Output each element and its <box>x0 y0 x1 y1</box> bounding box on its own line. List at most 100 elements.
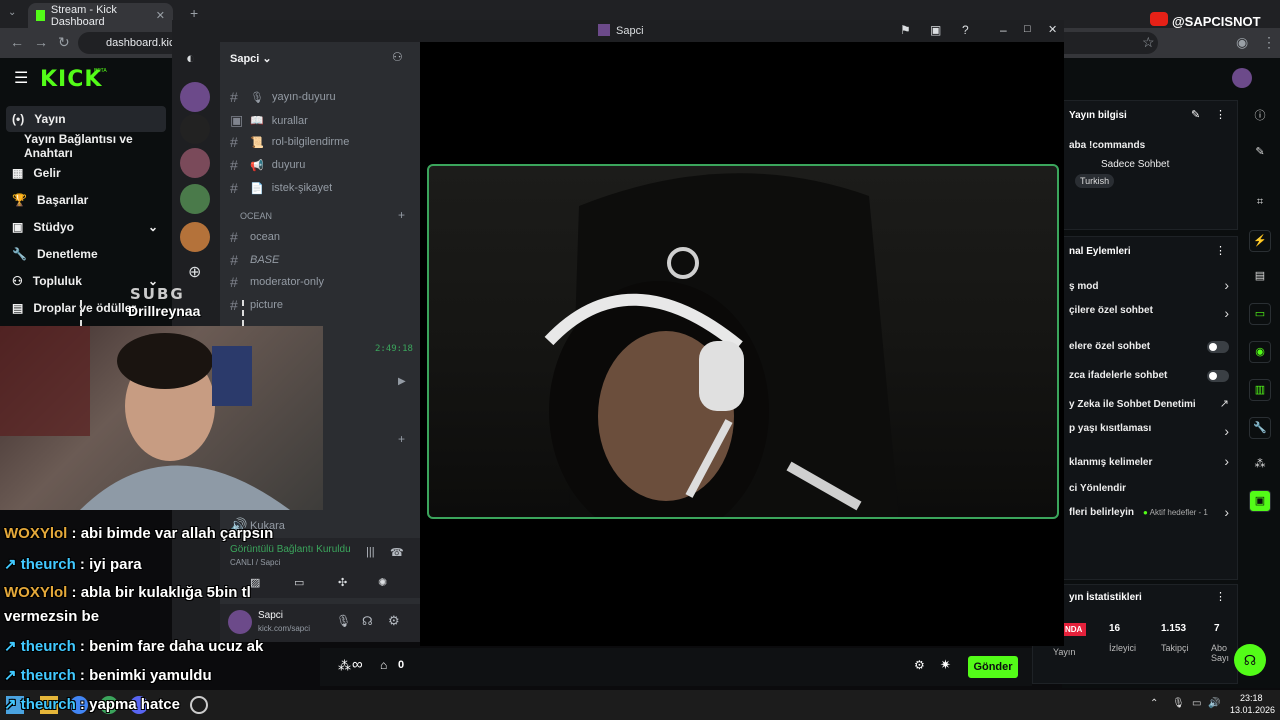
sidebar-item-studyo[interactable]: ▣ Stüdyo ⌄ <box>6 214 166 240</box>
more-icon[interactable]: ⋮ <box>1215 108 1226 121</box>
tab-kick-dashboard[interactable]: Stream - Kick Dashboard ✕ <box>28 3 173 28</box>
camera-icon[interactable]: ▶ <box>398 376 406 387</box>
emote-chat-toggle[interactable] <box>1207 370 1229 382</box>
channel-item[interactable]: # BASE <box>230 252 279 268</box>
settings-gear-icon[interactable]: ⚙ <box>914 658 925 672</box>
chat-icon[interactable]: ▭ <box>1249 303 1271 325</box>
emote-icon[interactable]: ✷ <box>940 657 951 673</box>
close-window-icon[interactable]: ✕ <box>1048 23 1057 36</box>
new-tab-icon[interactable]: + <box>190 5 198 21</box>
crop-icon[interactable]: ⌗ <box>1249 192 1271 214</box>
stats-title: yın İstatistikleri <box>1069 592 1142 603</box>
maximize-icon[interactable]: □ <box>1024 23 1031 35</box>
microphone-icon[interactable]: 🎙 <box>336 614 351 628</box>
minimize-icon[interactable]: – <box>1000 23 1007 37</box>
share-icon[interactable]: ⁂ <box>1249 454 1271 476</box>
add-channel-icon[interactable]: + <box>398 208 405 222</box>
video-tile[interactable] <box>427 164 1059 519</box>
layout-icon[interactable]: ▥ <box>1249 379 1271 401</box>
server-icon[interactable] <box>180 222 210 252</box>
server-icon[interactable] <box>180 82 210 112</box>
more-icon[interactable]: ⋮ <box>1215 590 1226 603</box>
more-icon[interactable]: ⋮ <box>1215 244 1226 257</box>
network-icon[interactable]: ▭ <box>1192 698 1201 709</box>
add-channel-icon[interactable]: + <box>398 432 405 446</box>
channel-item[interactable]: # ocean <box>230 229 280 245</box>
hamburger-menu-icon[interactable]: ☰ <box>14 68 28 88</box>
clock-time[interactable]: 23:18 <box>1240 693 1263 703</box>
chevron-right-icon: › <box>1224 453 1229 469</box>
inbox-icon[interactable]: ▣ <box>930 23 941 37</box>
camera-off-icon[interactable]: ▨ <box>250 576 260 589</box>
help-icon[interactable]: ? <box>962 23 969 37</box>
tray-chevron-icon[interactable]: ⌃ <box>1150 698 1158 709</box>
flag-icon[interactable]: ⚑ <box>900 23 911 37</box>
pencil-icon[interactable]: ✎ <box>1249 142 1271 164</box>
add-member-icon[interactable]: ⚇ <box>392 50 403 64</box>
soundboard-icon[interactable]: ✺ <box>378 576 387 589</box>
language-tag: Turkish <box>1075 174 1115 188</box>
channel-item[interactable]: ▣ 📖 kurallar <box>230 112 308 129</box>
edit-pencil-icon[interactable]: ✎ <box>1191 108 1200 121</box>
store-icon[interactable]: ⌂ <box>380 658 387 672</box>
profile-icon[interactable]: ◉ <box>1236 34 1248 51</box>
avatar[interactable] <box>1232 68 1252 88</box>
chat-message: WOXYlol : abi bimde var allah çarpsın <box>4 525 274 542</box>
channel-item[interactable]: # 🎙 yayın-duyuru <box>230 89 336 105</box>
back-icon[interactable]: ← <box>10 34 24 50</box>
webcam-image <box>0 326 290 510</box>
channel-item[interactable]: # 📜 rol-bilgilendirme <box>230 134 349 150</box>
info-icon[interactable]: ⓘ <box>1249 106 1271 128</box>
menu-dots-icon[interactable]: ⋮ <box>1262 34 1276 51</box>
server-name[interactable]: Sapci ⌄ <box>230 52 272 65</box>
broadcast-icon[interactable]: ◉ <box>1249 341 1271 363</box>
sidebar-item-basarilar[interactable]: 🏆 Başarılar <box>6 187 166 213</box>
send-button[interactable]: Gönder <box>968 656 1018 678</box>
close-tab-icon[interactable]: ✕ <box>156 9 165 22</box>
sidebar-item-yayin[interactable]: (•) Yayın <box>6 106 166 132</box>
stream-info-title: Yayın bilgisi <box>1069 110 1127 121</box>
sidebar-item-denetleme[interactable]: 🔧 Denetleme <box>6 241 166 267</box>
volume-icon[interactable]: 🔊 <box>1208 698 1220 709</box>
category-header[interactable]: OCEAN <box>240 211 272 221</box>
server-icon[interactable] <box>180 148 210 178</box>
community-icon: ⚇ <box>12 274 23 288</box>
sidebar-item-gelir[interactable]: ▦ Gelir <box>6 160 166 186</box>
forward-icon[interactable]: → <box>34 34 48 50</box>
clock-date[interactable]: 13.01.2026 <box>1230 705 1275 715</box>
reload-icon[interactable]: ↻ <box>58 34 70 51</box>
sidebar-item-stream-key[interactable]: Yayın Bağlantısı ve Anahtarı <box>6 132 166 160</box>
settings-gear-icon[interactable]: ⚙ <box>388 613 400 629</box>
headphones-icon[interactable]: ☊ <box>362 614 373 628</box>
tab-title: Stream - Kick Dashboard <box>50 3 117 28</box>
discord-logo-icon[interactable]: ◐ <box>186 50 195 67</box>
server-icon[interactable] <box>180 114 210 144</box>
follower-chat-toggle[interactable] <box>1207 341 1229 353</box>
taskbar: ↗ theurch : yapma hatce ⌃ 🎙 ▭ 🔊 23:18 13… <box>0 690 1280 720</box>
wrench-icon[interactable]: 🔧 <box>1249 417 1271 439</box>
microphone-icon[interactable]: 🎙 <box>1172 698 1185 709</box>
youtube-icon <box>1150 12 1168 26</box>
document-icon[interactable]: ▤ <box>1249 266 1271 288</box>
channel-item[interactable]: # moderator-only <box>230 274 324 290</box>
activity-icon[interactable]: ✣ <box>338 576 347 589</box>
obs-icon[interactable] <box>190 696 208 714</box>
tab-list-icon[interactable]: ⌄ <box>8 7 16 18</box>
screen-share-icon[interactable]: ▭ <box>294 576 304 589</box>
bookmark-star-icon[interactable]: ☆ <box>1142 34 1155 51</box>
kick-right-rail: ⓘ ✎ ⌗ ⚡ ▤ ▭ ◉ ▥ 🔧 ⁂ ▣ <box>1240 98 1280 688</box>
add-server-icon[interactable]: ⊕ <box>188 262 201 282</box>
wrench-icon: 🔧 <box>12 247 27 261</box>
disconnect-icon[interactable]: ☎ <box>390 546 404 559</box>
avatar[interactable] <box>228 610 252 634</box>
channel-item[interactable]: # 📢 duyuru <box>230 157 305 173</box>
share-icon[interactable]: ⁂ <box>338 658 351 674</box>
support-headset-icon[interactable]: ☊ <box>1234 644 1266 676</box>
points-count: 0 <box>398 659 405 671</box>
channel-item[interactable]: # 📄 istek-şikayet <box>230 180 332 196</box>
chevron-right-icon: › <box>1224 305 1229 321</box>
app-icon[interactable]: ▣ <box>1249 490 1271 512</box>
server-icon[interactable] <box>180 184 210 214</box>
bolt-icon[interactable]: ⚡ <box>1249 230 1271 252</box>
noise-icon[interactable]: ||| <box>366 546 375 558</box>
